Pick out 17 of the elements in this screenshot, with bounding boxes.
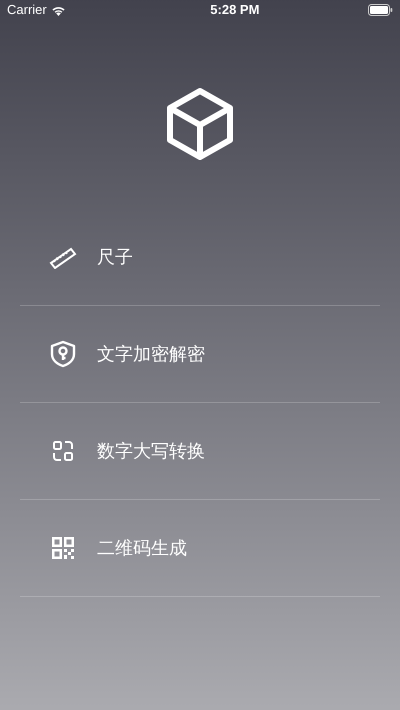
menu-item[interactable]: 二维码生成: [20, 500, 380, 597]
shield-key-icon: [50, 340, 76, 368]
battery-icon: [368, 4, 393, 16]
ruler-icon: [49, 245, 77, 269]
wifi-icon: [50, 4, 66, 16]
menu-item-label: 数字大写转换: [97, 440, 205, 464]
status-time: 5:28 PM: [210, 1, 260, 20]
menu-item-label: 文字加密解密: [97, 342, 205, 366]
menu-item[interactable]: 尺子: [20, 209, 380, 306]
cube-icon: [165, 87, 235, 161]
menu-item[interactable]: 数字大写转换: [20, 403, 380, 500]
menu-item-label: 尺子: [97, 246, 133, 270]
carrier-label: Carrier: [7, 1, 47, 20]
convert-icon: [52, 440, 74, 462]
qr-code-icon: [51, 536, 75, 560]
menu-item-label: 二维码生成: [97, 536, 187, 560]
menu-item[interactable]: 文字加密解密: [20, 306, 380, 403]
